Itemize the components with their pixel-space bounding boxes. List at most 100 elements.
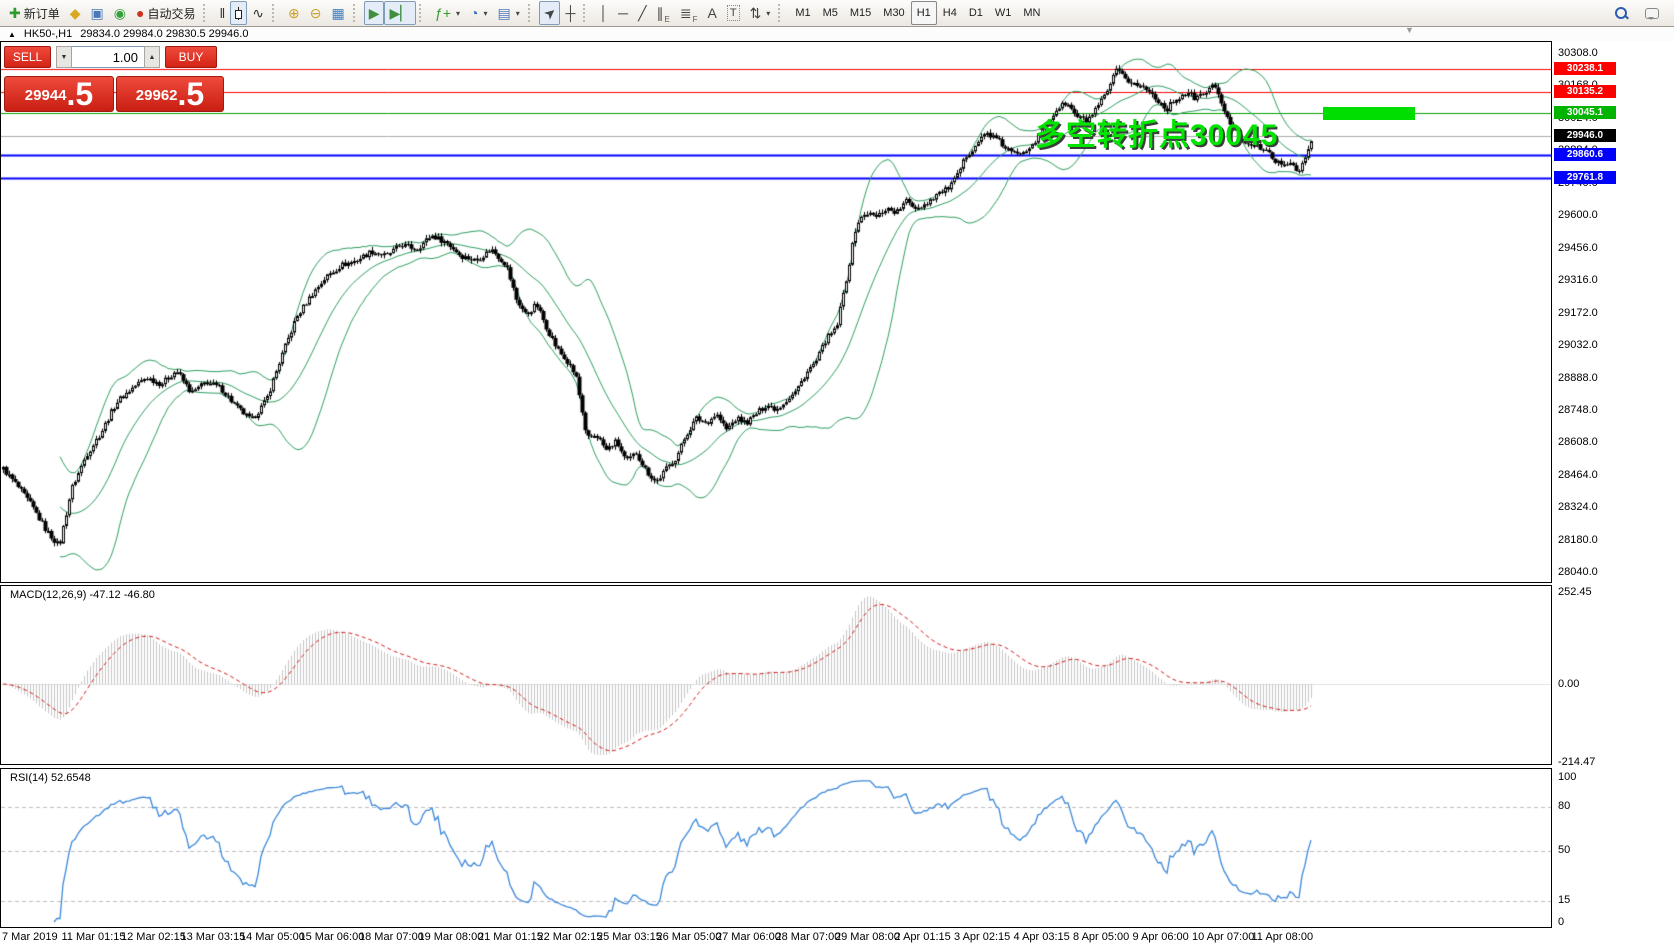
zoom-out-button[interactable]: ⊖ bbox=[305, 1, 327, 25]
price-tick-label: 28888.0 bbox=[1558, 372, 1598, 384]
chart-shift-button[interactable]: ▶▏ bbox=[384, 1, 416, 25]
autotrading-button[interactable]: ●自动交易 bbox=[131, 1, 200, 25]
text-button[interactable]: A bbox=[702, 1, 721, 25]
tile-windows-icon: ▦ bbox=[331, 6, 344, 20]
rsi-canvas[interactable] bbox=[1, 769, 1551, 927]
arrows-button[interactable]: ⇅▾ bbox=[745, 1, 776, 25]
chart-title-bar: ▲ HK50-,H1 29834.0 29984.0 29830.5 29946… bbox=[0, 27, 1674, 41]
trendline-icon: ╱ bbox=[638, 6, 646, 20]
macd-tick-label: -214.47 bbox=[1558, 756, 1595, 768]
time-axis-label: 10 Apr 07:00 bbox=[1192, 931, 1254, 943]
dropdown-caret-icon: ▾ bbox=[483, 9, 487, 18]
timeframe-m5-button[interactable]: M5 bbox=[817, 1, 844, 25]
buy-price-button[interactable]: 29962 .5 bbox=[116, 76, 224, 112]
sell-button[interactable]: SELL bbox=[4, 46, 51, 68]
level-price-label: 30238.1 bbox=[1554, 62, 1616, 75]
zoom-in-button[interactable]: ⊕ bbox=[283, 1, 305, 25]
dropdown-caret-icon: ▾ bbox=[456, 9, 460, 18]
time-axis-label: 2 Apr 01:15 bbox=[895, 931, 951, 943]
candlestick-icon bbox=[235, 7, 242, 20]
toolbar-separator bbox=[528, 4, 534, 22]
timeframe-mn-button[interactable]: MN bbox=[1017, 1, 1046, 25]
eraser-button[interactable]: ◆ bbox=[65, 1, 86, 25]
candlestick-button[interactable] bbox=[230, 1, 247, 25]
main-chart-pane: 多空转折点30045 SELL ▼ ▲ BUY 29944 .5 29962 .… bbox=[0, 41, 1552, 583]
price-tick-label: 29032.0 bbox=[1558, 339, 1598, 351]
price-tick-label: 28608.0 bbox=[1558, 436, 1598, 448]
volume-decrease-button[interactable]: ▼ bbox=[56, 46, 72, 68]
main-chart-canvas[interactable] bbox=[1, 42, 1551, 582]
time-axis-label: 29 Mar 08:00 bbox=[835, 931, 900, 943]
line-chart-button[interactable]: ∿ bbox=[247, 1, 269, 25]
toolbar-separator bbox=[419, 4, 425, 22]
price-tick-label: 30308.0 bbox=[1558, 47, 1598, 59]
timeframe-d1-button[interactable]: D1 bbox=[963, 1, 989, 25]
channel-button[interactable]: ∥E bbox=[652, 1, 675, 25]
price-tick-label: 29600.0 bbox=[1558, 209, 1598, 221]
rsi-tick-label: 50 bbox=[1558, 844, 1570, 856]
indicators-button[interactable]: ƒ+▾ bbox=[430, 1, 465, 25]
time-axis-label: 15 Mar 06:00 bbox=[300, 931, 365, 943]
dropdown-caret-icon: ▾ bbox=[516, 9, 520, 18]
autotrading-icon: ● bbox=[136, 6, 144, 20]
timeframe-m1-button[interactable]: M1 bbox=[789, 1, 816, 25]
text-label-button[interactable]: T bbox=[722, 1, 745, 25]
periods-button[interactable]: ◔▾ bbox=[465, 1, 492, 25]
zoom-out-icon: ⊖ bbox=[310, 6, 322, 20]
level-price-label: 29860.6 bbox=[1554, 148, 1616, 161]
periods-icon: ◔ bbox=[470, 6, 478, 20]
highlight-rectangle bbox=[1323, 107, 1415, 120]
turning-point-annotation: 多空转折点30045 bbox=[1035, 110, 1278, 154]
timeframe-m15-button[interactable]: M15 bbox=[844, 1, 877, 25]
crosshair-button[interactable]: ┼ bbox=[560, 1, 580, 25]
buy-price-frac: .5 bbox=[178, 79, 205, 109]
trendline-button[interactable]: ╱ bbox=[633, 1, 651, 25]
toolbar-right bbox=[1610, 1, 1670, 25]
price-tick-label: 28748.0 bbox=[1558, 404, 1598, 416]
time-axis-label: 26 Mar 05:00 bbox=[657, 931, 722, 943]
new-order-button-label: 新订单 bbox=[24, 5, 60, 22]
macd-pane: MACD(12,26,9) -47.12 -46.80 bbox=[0, 585, 1552, 765]
text-icon: A bbox=[707, 6, 716, 20]
fibonacci-icon-sub: F bbox=[693, 15, 698, 24]
cursor-button[interactable]: ➤ bbox=[539, 1, 561, 25]
tile-windows-button[interactable]: ▦ bbox=[326, 1, 349, 25]
sell-price-button[interactable]: 29944 .5 bbox=[4, 76, 114, 112]
vertical-line-button[interactable]: │ bbox=[594, 1, 613, 25]
price-tick-label: 29172.0 bbox=[1558, 307, 1598, 319]
channel-icon: ∥ bbox=[657, 6, 664, 20]
auto-scroll-button[interactable]: ▶ bbox=[364, 1, 385, 25]
timeframe-h1-button[interactable]: H1 bbox=[911, 1, 937, 25]
timeframe-h4-button[interactable]: H4 bbox=[937, 1, 963, 25]
macd-label: MACD(12,26,9) -47.12 -46.80 bbox=[10, 589, 155, 601]
rsi-tick-label: 15 bbox=[1558, 894, 1570, 906]
search-icon bbox=[1615, 7, 1627, 19]
chart-window-button[interactable]: ▣ bbox=[86, 1, 109, 25]
autotrading-button-label: 自动交易 bbox=[147, 5, 195, 22]
bar-chart-button[interactable]: ‖ bbox=[214, 1, 230, 25]
macd-tick-label: 252.45 bbox=[1558, 586, 1592, 598]
new-order-button[interactable]: ✚新订单 bbox=[4, 1, 65, 25]
macd-tick-label: 0.00 bbox=[1558, 678, 1579, 690]
chat-button[interactable] bbox=[1640, 1, 1664, 25]
search-button[interactable] bbox=[1610, 1, 1632, 25]
volume-increase-button[interactable]: ▲ bbox=[144, 46, 160, 68]
timeframe-m30-button[interactable]: M30 bbox=[877, 1, 910, 25]
text-label-icon: T bbox=[727, 5, 740, 21]
time-axis-label: 18 Mar 07:00 bbox=[359, 931, 424, 943]
level-price-label: 30135.2 bbox=[1554, 85, 1616, 98]
collapse-panel-icon[interactable]: ▲ bbox=[8, 30, 16, 39]
time-axis-label: 21 Mar 01:15 bbox=[478, 931, 543, 943]
arrows-icon: ⇅ bbox=[750, 6, 762, 20]
timeframe-w1-button[interactable]: W1 bbox=[989, 1, 1018, 25]
templates-button[interactable]: ▤▾ bbox=[493, 1, 525, 25]
time-axis-label: 13 Mar 03:15 bbox=[181, 931, 246, 943]
rsi-tick-label: 80 bbox=[1558, 800, 1570, 812]
buy-button[interactable]: BUY bbox=[165, 46, 217, 68]
time-axis-label: 11 Mar 01:15 bbox=[62, 931, 126, 943]
horizontal-line-button[interactable]: ─ bbox=[613, 1, 633, 25]
fibonacci-button[interactable]: ≣F bbox=[675, 1, 703, 25]
macd-canvas[interactable] bbox=[1, 586, 1551, 764]
signal-button[interactable]: ◉ bbox=[109, 1, 131, 25]
volume-input[interactable] bbox=[72, 46, 144, 68]
